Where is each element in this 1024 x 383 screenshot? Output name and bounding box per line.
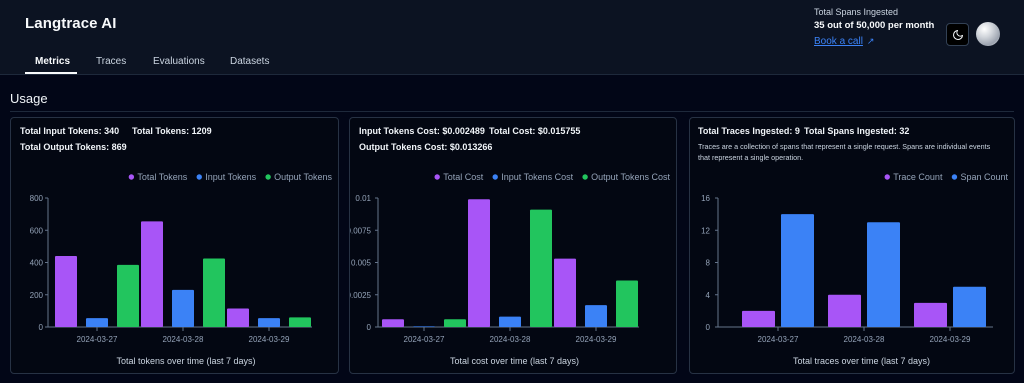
bar[interactable]	[413, 326, 435, 327]
bar[interactable]	[867, 222, 900, 327]
bar[interactable]	[468, 199, 490, 327]
cost-usage-card: Input Tokens Cost: $0.002489 Total Cost:…	[349, 117, 677, 374]
cost-chart: Output Tokens Cost Input Tokens Cost Total…	[350, 172, 670, 366]
book-call-link[interactable]: Book a call	[814, 36, 863, 47]
y-tick-label: 200	[30, 291, 44, 300]
spans-usage-info: Total Spans Ingested 35 out of 50,000 pe…	[814, 5, 934, 49]
legend-label[interactable]: Total Tokens	[137, 172, 187, 182]
y-tick-label: 0.0025	[350, 291, 372, 300]
bar[interactable]	[258, 318, 280, 327]
bar[interactable]	[781, 214, 814, 327]
legend-swatch	[434, 174, 440, 180]
x-tick-label: 2024-03-28	[490, 335, 531, 344]
section-divider	[10, 111, 1014, 112]
traces-usage-card: Total Traces Ingested: 9 Total Spans Ing…	[689, 117, 1015, 374]
legend-swatch	[128, 174, 135, 180]
y-tick-label: 0	[367, 323, 372, 332]
bar[interactable]	[227, 308, 249, 327]
spans-count: 35 out of 50,000 per month	[814, 20, 935, 31]
legend-swatch	[951, 174, 958, 180]
active-tab-indicator	[25, 72, 77, 74]
tab-traces[interactable]: Traces	[96, 56, 126, 67]
x-tick-label: 2024-03-29	[249, 335, 290, 344]
spans-title: Total Spans Ingested	[814, 7, 899, 17]
y-tick-label: 12	[701, 226, 710, 235]
bar[interactable]	[554, 258, 576, 327]
y-tick-label: 16	[701, 194, 710, 203]
user-avatar[interactable]	[976, 22, 1000, 46]
x-axis-title: Total cost over time (last 7 days)	[450, 356, 579, 366]
legend-swatch	[196, 174, 202, 180]
bar[interactable]	[382, 319, 404, 327]
x-tick-label: 2024-03-29	[930, 335, 971, 344]
y-tick-label: 0.0075	[350, 226, 372, 235]
bar[interactable]	[172, 289, 194, 327]
legend-label[interactable]: Output Tokens	[274, 172, 332, 182]
legend-label[interactable]: Trace Count	[893, 172, 943, 182]
bar[interactable]	[953, 286, 986, 327]
bar[interactable]	[585, 305, 607, 327]
tab-evaluations[interactable]: Evaluations	[153, 56, 205, 67]
chart-legend: Output Tokens Input Tokens Total Tokens	[128, 172, 332, 182]
x-tick-label: 2024-03-27	[77, 335, 118, 344]
arrow-up-right-icon[interactable]: ↗	[867, 36, 875, 46]
legend-swatch	[265, 174, 271, 180]
bar[interactable]	[828, 294, 861, 327]
x-axis-title: Total traces over time (last 7 days)	[793, 356, 930, 366]
y-tick-label: 0.01	[355, 194, 371, 203]
x-tick-label: 2024-03-29	[576, 335, 617, 344]
bar[interactable]	[289, 317, 311, 327]
bar[interactable]	[742, 310, 775, 327]
y-tick-label: 4	[706, 291, 711, 300]
y-tick-label: 400	[30, 259, 44, 268]
moon-icon	[952, 29, 963, 40]
bar[interactable]	[55, 256, 77, 327]
app-header: Langtrace AI Metrics Traces Evaluations …	[0, 0, 1024, 75]
x-tick-label: 2024-03-27	[404, 335, 445, 344]
chart-legend: Output Tokens Cost Input Tokens Cost Total…	[434, 172, 670, 182]
legend-label[interactable]: Total Cost	[443, 172, 484, 182]
bar[interactable]	[616, 280, 638, 327]
bar[interactable]	[530, 209, 552, 327]
app-title: Langtrace AI	[25, 15, 117, 32]
legend-swatch	[492, 174, 498, 180]
traces-chart: Span Count Trace Count 16 12 8 4 0 2024-03-27 20…	[701, 172, 1008, 366]
x-axis-title: Total tokens over time (last 7 days)	[116, 356, 255, 366]
tab-datasets[interactable]: Datasets	[230, 56, 269, 67]
tokens-usage-card: Total Input Tokens: 340 Total Tokens: 12…	[10, 117, 339, 374]
y-tick-label: 0.005	[351, 259, 372, 268]
y-tick-label: 600	[30, 226, 44, 235]
theme-toggle-button[interactable]	[946, 23, 969, 46]
y-tick-label: 800	[30, 194, 44, 203]
bar[interactable]	[203, 258, 225, 327]
x-tick-label: 2024-03-28	[163, 335, 204, 344]
section-title: Usage	[10, 91, 48, 106]
legend-swatch	[884, 174, 890, 180]
legend-label[interactable]: Span Count	[960, 172, 1008, 182]
bar[interactable]	[86, 318, 108, 327]
tab-metrics[interactable]: Metrics	[35, 56, 70, 67]
legend-label[interactable]: Output Tokens Cost	[591, 172, 670, 182]
y-tick-label: 0	[706, 323, 711, 332]
tokens-chart: Output Tokens Input Tokens Total Tokens 800…	[30, 172, 333, 366]
legend-label[interactable]: Input Tokens	[205, 172, 256, 182]
legend-label[interactable]: Input Tokens Cost	[501, 172, 573, 182]
bar[interactable]	[499, 316, 521, 327]
y-tick-label: 8	[706, 259, 711, 268]
y-tick-label: 0	[39, 323, 44, 332]
bar[interactable]	[444, 319, 466, 327]
bar[interactable]	[141, 221, 163, 327]
x-tick-label: 2024-03-27	[758, 335, 799, 344]
bar[interactable]	[914, 302, 947, 327]
legend-swatch	[582, 174, 588, 180]
bar[interactable]	[117, 264, 139, 327]
x-tick-label: 2024-03-28	[844, 335, 885, 344]
chart-legend: Span Count Trace Count	[884, 172, 1008, 182]
